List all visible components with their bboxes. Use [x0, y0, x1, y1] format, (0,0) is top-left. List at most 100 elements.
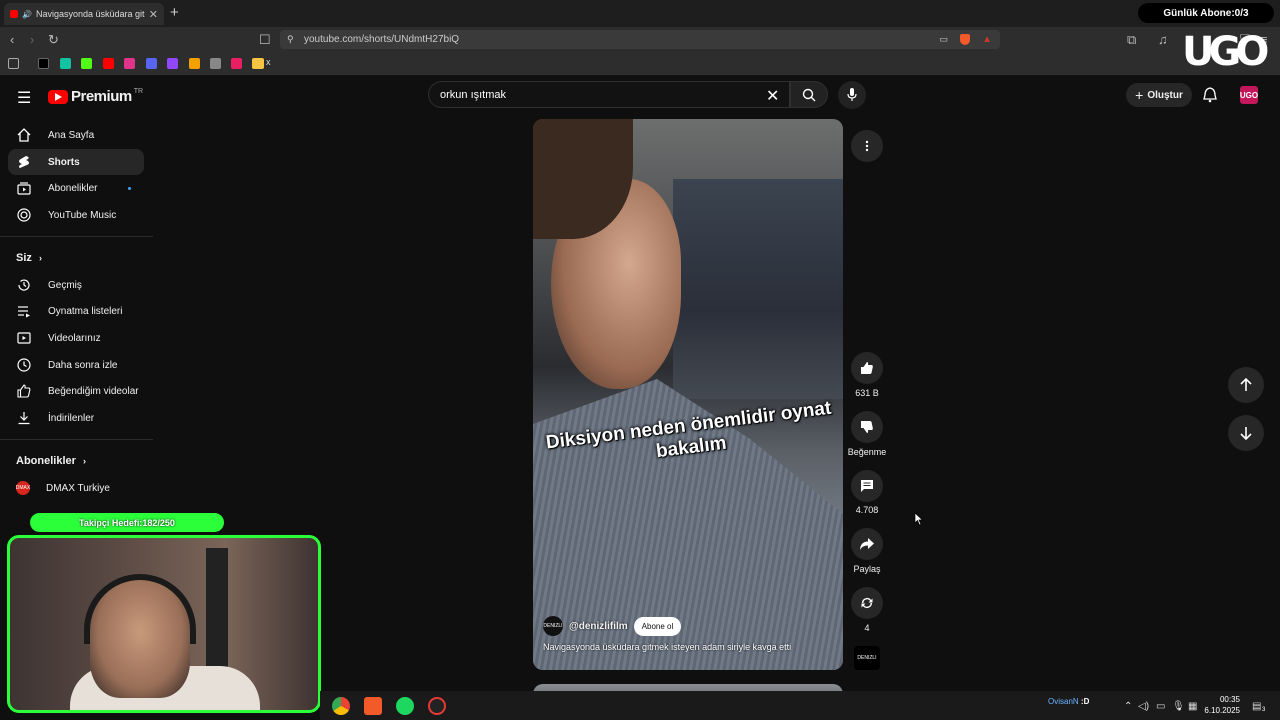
sidebar-item-label: Shorts [48, 156, 80, 168]
new-tab-button[interactable]: + [170, 4, 179, 21]
shorts-video-player[interactable]: Diksiyon neden önemlidir oynat bakalım D… [533, 119, 843, 670]
obs-app-icon[interactable] [428, 697, 446, 715]
media-icon[interactable]: ♫ [1158, 32, 1168, 47]
close-tab-icon[interactable]: ✕ [149, 8, 158, 21]
sidebar-item-your-videos[interactable]: Videolarınız [8, 325, 144, 351]
youtube-premium-logo[interactable]: Premium TR [48, 88, 143, 105]
clear-search-icon[interactable]: ✕ [766, 86, 779, 106]
sidebar-item-downloads[interactable]: İndirilenler [8, 405, 144, 431]
download-icon [16, 411, 32, 425]
next-short-button[interactable] [1228, 415, 1264, 451]
sidebar-item-label: Abonelikler [48, 182, 98, 194]
spotify-app-icon[interactable] [396, 697, 414, 715]
channel-avatar[interactable]: DENIZLI [543, 616, 563, 636]
bookmarks-bar: x [0, 52, 1280, 76]
twitch-bookmark-icon[interactable] [167, 58, 178, 69]
sidebar-item-history[interactable]: Geçmiş [8, 272, 144, 298]
mouse-cursor-icon [914, 512, 924, 526]
microphone-icon [847, 88, 857, 101]
brave-app-icon[interactable] [364, 697, 382, 715]
thumbs-up-icon [861, 362, 873, 374]
logo-text: Premium [71, 88, 132, 105]
battery-icon[interactable]: ▭ [1156, 701, 1165, 712]
sidebar-item-playlists[interactable]: Oynatma listeleri [8, 298, 144, 324]
video-title[interactable]: Navigasyonda üsküdara gitmek isteyen ada… [543, 642, 791, 652]
subscribe-button[interactable]: Abone ol [633, 616, 682, 636]
notifications-bell-icon[interactable] [1203, 87, 1217, 108]
sidebar-channel-dmax[interactable]: DMAX DMAX Turkiye [8, 475, 144, 501]
audio-icon[interactable]: 🔊 [22, 10, 32, 19]
x-bookmark-icon[interactable] [38, 58, 49, 69]
sidebar-item-youtube-music[interactable]: YouTube Music [8, 202, 144, 228]
sidebar-item-label: Daha sonra izle [48, 359, 118, 371]
folder-icon[interactable] [252, 58, 264, 69]
discord-bookmark-icon[interactable] [146, 58, 157, 69]
search-button[interactable] [790, 81, 828, 108]
apps-icon[interactable] [8, 58, 19, 69]
more-options-button[interactable] [851, 130, 883, 162]
site-info-icon[interactable]: ⚲ [287, 34, 294, 45]
sidebar-item-liked-videos[interactable]: Beğendiğim videolar [8, 378, 144, 404]
notification-count: 3 [1262, 707, 1266, 713]
arrow-down-icon [1240, 427, 1252, 440]
chrome-app-icon[interactable] [332, 697, 350, 715]
bookmark-icon[interactable] [124, 58, 135, 69]
browser-tab[interactable]: 🔊 Navigasyonda üsküdara gitm ✕ [4, 3, 164, 25]
cast-icon[interactable]: ▭ [939, 34, 948, 45]
sound-thumbnail[interactable]: DENIZLI [854, 646, 880, 670]
forward-icon[interactable]: › [30, 32, 34, 47]
stream-logo-overlay: UGO [1182, 29, 1269, 75]
network-icon[interactable]: ▦ [1188, 701, 1197, 712]
sidebar-item-subscriptions[interactable]: Abonelikler [8, 175, 144, 201]
url-field[interactable]: ⚲ youtube.com/shorts/UNdmtH27biQ ▭ ▲ [280, 30, 1000, 49]
sidebar-item-label: Videolarınız [48, 332, 101, 344]
rewards-icon[interactable]: ▲ [982, 34, 992, 45]
like-button[interactable] [851, 352, 883, 384]
playlist-icon [16, 304, 32, 318]
address-bar-row: ‹ › ↻ ☐ ⚲ youtube.com/shorts/UNdmtH27biQ… [0, 27, 1280, 52]
watch-later-icon [16, 358, 32, 372]
back-icon[interactable]: ‹ [10, 32, 14, 47]
search-input[interactable]: orkun ışıtmak [428, 81, 790, 108]
bookmark-folder-label[interactable]: x [266, 57, 271, 67]
bookmark-icon[interactable]: ☐ [259, 32, 271, 48]
subscriptions-icon [16, 181, 32, 195]
create-label: Oluştur [1147, 89, 1183, 101]
remix-button[interactable] [851, 587, 883, 619]
microphone-tray-icon[interactable]: 🎙 [1172, 701, 1185, 712]
chevron-up-icon[interactable]: ⌃ [1124, 701, 1132, 712]
subscriptions-section-header[interactable]: Abonelikler › [16, 455, 86, 467]
share-button[interactable] [851, 528, 883, 560]
comments-button[interactable] [851, 470, 883, 502]
account-avatar[interactable]: UGO [1240, 86, 1258, 104]
dislike-button[interactable] [851, 411, 883, 443]
user-suffix: :D [1080, 697, 1090, 706]
like-count: 631 B [855, 388, 879, 398]
notification-icon[interactable]: ▤ [1252, 701, 1261, 712]
voice-search-button[interactable] [838, 81, 866, 109]
sidebar-item-label: Oynatma listeleri [48, 305, 123, 317]
previous-short-button[interactable] [1228, 367, 1264, 403]
sidebar-item-shorts[interactable]: Shorts [8, 149, 144, 175]
bookmark-icon[interactable] [189, 58, 200, 69]
reload-icon[interactable]: ↻ [48, 32, 59, 48]
bookmark-icon[interactable] [60, 58, 71, 69]
system-clock[interactable]: 00:35 6.10.2025 [1198, 694, 1240, 716]
remix-count: 4 [864, 623, 870, 633]
logo-region: TR [133, 88, 144, 95]
speaker-icon[interactable]: ◁) [1138, 701, 1149, 712]
channel-name[interactable]: @denizlifilm [569, 621, 628, 632]
create-button[interactable]: + Oluştur [1126, 83, 1192, 107]
bookmark-icon[interactable] [210, 58, 221, 69]
sidebar-item-label: Ana Sayfa [48, 129, 95, 141]
sidebar-item-watch-later[interactable]: Daha sonra izle [8, 352, 144, 378]
kick-bookmark-icon[interactable] [81, 58, 92, 69]
sidebar-item-home[interactable]: Ana Sayfa [8, 122, 144, 148]
bookmark-icon[interactable] [231, 58, 242, 69]
hamburger-menu-icon[interactable]: ☰ [17, 88, 31, 108]
tab-search-icon[interactable]: ⧉ [1127, 32, 1136, 48]
you-section-header[interactable]: Siz › [16, 252, 42, 264]
youtube-play-icon [48, 89, 68, 104]
brave-shield-icon[interactable] [960, 34, 970, 45]
youtube-bookmark-icon[interactable] [103, 58, 114, 69]
